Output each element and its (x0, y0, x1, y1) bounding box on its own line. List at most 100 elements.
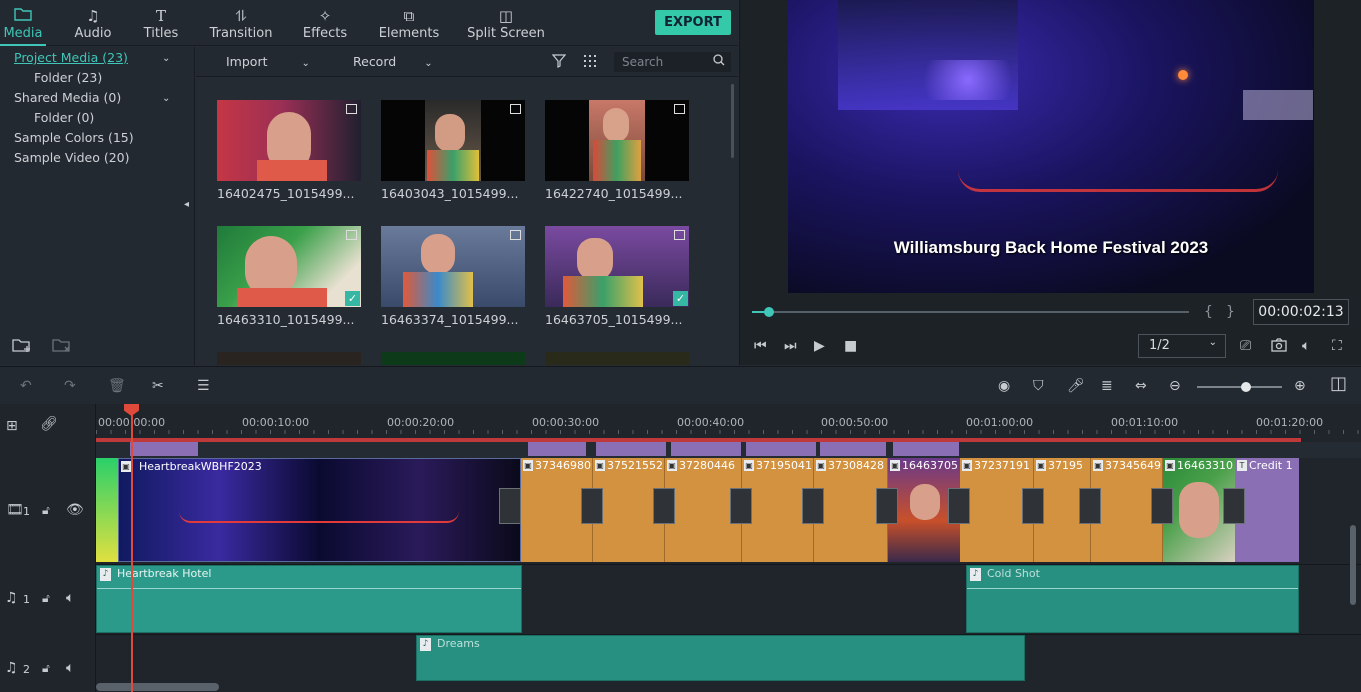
speaker-icon[interactable]: 🔈︎ (66, 660, 74, 676)
media-thumbnail[interactable] (217, 100, 361, 181)
tab-transition[interactable]: ⥮ Transition (206, 0, 276, 46)
tab-elements-label: Elements (378, 26, 440, 41)
lock-icon[interactable]: 🔓︎ (42, 590, 50, 606)
delete-icon[interactable]: 🗑︎ (108, 378, 126, 394)
tree-item-sample-video[interactable]: Sample Video (20) (14, 150, 130, 165)
marker-icon[interactable]: ⛉ (1033, 378, 1044, 394)
new-folder-icon[interactable] (12, 337, 32, 357)
audio-track-icon: ♫ (5, 660, 18, 676)
media-thumbnail[interactable]: ✓ (545, 226, 689, 307)
volume-icon[interactable]: 🔈︎ (1302, 338, 1310, 354)
tab-media-label: Media (3, 26, 43, 41)
render-icon[interactable]: ◉ (998, 378, 1010, 394)
play-icon[interactable]: ▶ (814, 338, 825, 354)
display-settings-icon[interactable]: ⎚ (1240, 338, 1251, 354)
media-thumbnail[interactable] (381, 352, 525, 365)
filter-icon[interactable] (551, 54, 567, 72)
chevron-down-icon[interactable]: ⌄ (162, 51, 170, 67)
export-button[interactable]: EXPORT (655, 10, 731, 35)
preview-scrubber[interactable] (752, 307, 1189, 317)
tab-elements[interactable]: ⧉ Elements (376, 0, 442, 46)
clip-name: Credit 1 (1249, 459, 1293, 472)
tab-effects[interactable]: ✧ Effects (298, 0, 352, 46)
step-forward-icon[interactable]: ⏭ (784, 338, 797, 354)
grid-view-icon[interactable] (583, 54, 597, 72)
video-clip[interactable] (96, 458, 118, 562)
music-note-icon: ♪ (100, 568, 111, 581)
media-grid: 16402475_1015499... 16403043_1015499... … (196, 78, 738, 365)
video-clip[interactable]: ▣ HeartbreakWBHF2023 (118, 458, 521, 562)
preview-quality-select[interactable]: 1/2 ⌄ (1138, 334, 1226, 358)
lock-icon[interactable]: 🔓︎ (42, 660, 50, 676)
mark-in-icon[interactable]: { (1204, 304, 1213, 320)
eye-icon[interactable]: 👁︎ (66, 502, 84, 518)
playhead[interactable] (131, 404, 133, 692)
tree-item-shared-media[interactable]: Shared Media (0) (14, 90, 121, 105)
tree-item-sample-colors[interactable]: Sample Colors (15) (14, 130, 134, 145)
tab-audio[interactable]: ♫ Audio (66, 0, 120, 46)
zoom-in-icon[interactable]: ⊕ (1294, 378, 1306, 394)
media-thumbnail[interactable] (217, 352, 361, 365)
import-dropdown[interactable]: Import ⌄ (226, 54, 310, 69)
tab-split-screen[interactable]: ◫ Split Screen (466, 0, 546, 46)
media-thumbnail[interactable]: ✓ (217, 226, 361, 307)
collapse-panel-icon[interactable]: ◂ (184, 197, 189, 213)
video-track-1: ▣ HeartbreakWBHF2023 ▣ 37346980 ▣ 37521552… (96, 458, 1361, 564)
cut-icon[interactable]: ✂ (152, 378, 164, 394)
redo-icon[interactable]: ↷ (64, 378, 76, 394)
tab-media[interactable]: Media (0, 0, 46, 46)
image-icon (510, 104, 521, 114)
vertical-scrollbar[interactable] (1350, 525, 1356, 605)
tab-effects-label: Effects (302, 26, 348, 41)
step-back-icon[interactable]: ⏮ (754, 338, 767, 354)
ruler-label: 00:01:20:00 (1256, 416, 1324, 429)
mark-out-icon[interactable]: } (1226, 304, 1235, 320)
tree-item-shared-folder[interactable]: Folder (0) (34, 110, 94, 125)
lock-icon[interactable]: 🔓︎ (42, 502, 50, 518)
tab-titles[interactable]: T Titles (136, 0, 186, 46)
ruler-label: 00:00:30:00 (532, 416, 600, 429)
delete-folder-icon[interactable] (52, 337, 72, 357)
audio-clip[interactable]: ♪ Cold Shot (966, 565, 1299, 633)
audio-track-1: ♪ Heartbreak Hotel ♪ Cold Shot (96, 564, 1361, 634)
stop-icon[interactable]: ■ (844, 338, 857, 354)
clip-name: 37308428 (828, 459, 884, 472)
microphone-icon[interactable]: 🎤︎ (1067, 378, 1085, 394)
chevron-down-icon: ⌄ (1208, 337, 1217, 348)
audio-track-number: 1 (23, 593, 30, 606)
add-track-icon[interactable]: ⊞ (6, 418, 18, 434)
link-icon[interactable]: 🔗︎ (40, 416, 58, 432)
timeline-ruler[interactable]: 00:00:00:00 00:00:10:00 00:00:20:00 00:0… (96, 404, 1361, 442)
chevron-down-icon[interactable]: ⌄ (162, 91, 170, 107)
zoom-out-icon[interactable]: ⊖ (1169, 378, 1181, 394)
fit-timeline-icon[interactable]: ⇔ (1135, 378, 1147, 394)
audio-clip[interactable]: ♪ Dreams (416, 635, 1025, 681)
fullscreen-icon[interactable]: ⛶ (1332, 338, 1342, 354)
image-icon: ▣ (667, 460, 677, 471)
zoom-slider[interactable] (1197, 382, 1282, 392)
image-icon: ▣ (1093, 460, 1103, 471)
voiceover-list-icon[interactable]: ≣ (1101, 378, 1113, 394)
snapshot-icon[interactable] (1271, 338, 1287, 356)
media-name: 16463374_1015499... (381, 312, 519, 327)
tree-item-folder[interactable]: Folder (23) (34, 70, 102, 85)
tab-titles-label: Titles (143, 26, 179, 41)
clip-name: 37280446 (679, 459, 735, 472)
media-scrollbar[interactable] (731, 84, 734, 158)
media-thumbnail[interactable] (381, 226, 525, 307)
media-thumbnail[interactable] (545, 100, 689, 181)
speaker-icon[interactable]: 🔈︎ (66, 590, 74, 606)
tree-item-project-media[interactable]: Project Media (23) (14, 50, 128, 65)
undo-icon[interactable]: ↶ (20, 378, 32, 394)
record-dropdown[interactable]: Record ⌄ (353, 54, 433, 69)
media-thumbnail[interactable] (545, 352, 689, 365)
panel-layout-icon[interactable]: ◫ (1330, 375, 1347, 393)
media-thumbnail[interactable] (381, 100, 525, 181)
audio-clip[interactable]: ♪ Heartbreak Hotel (96, 565, 522, 633)
music-note-icon: ♫ (86, 7, 100, 25)
image-icon (346, 104, 357, 114)
zoom-slider-handle[interactable] (1241, 382, 1251, 392)
adjust-icon[interactable]: ☰ (197, 378, 210, 394)
timeline-scrollbar[interactable] (96, 683, 219, 691)
search-icon[interactable] (713, 54, 725, 70)
